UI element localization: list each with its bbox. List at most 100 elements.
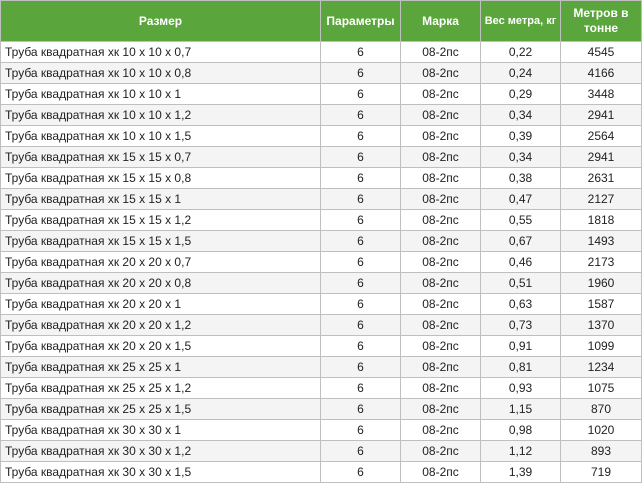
table-row: Труба квадратная хк 10 x 10 x 0,7 6 08-2пс…	[0, 41, 642, 63]
cell-grade: 08-2пс	[400, 83, 481, 105]
cell-params: 6	[320, 398, 401, 420]
cell-params: 6	[320, 104, 401, 126]
cell-weight: 0,24	[480, 62, 561, 84]
table-row: Труба квадратная хк 15 x 15 x 1,5 6 08-2пс…	[0, 230, 642, 252]
cell-grade: 08-2пс	[400, 146, 481, 168]
cell-params: 6	[320, 83, 401, 105]
cell-weight: 0,55	[480, 209, 561, 231]
cell-size: Труба квадратная хк 10 x 10 x 1,2	[0, 104, 321, 126]
cell-grade: 08-2пс	[400, 440, 481, 462]
cell-weight: 0,51	[480, 272, 561, 294]
cell-params: 6	[320, 293, 401, 315]
cell-size: Труба квадратная хк 25 x 25 x 1	[0, 356, 321, 378]
pipe-spec-table: Размер Параметры Марка Вес метра, кг Мет…	[0, 0, 642, 483]
cell-grade: 08-2пс	[400, 419, 481, 441]
cell-size: Труба квадратная хк 20 x 20 x 0,7	[0, 251, 321, 273]
cell-size: Труба квадратная хк 20 x 20 x 1,2	[0, 314, 321, 336]
table-row: Труба квадратная хк 25 x 25 x 1,5 6 08-2пс…	[0, 398, 642, 420]
cell-grade: 08-2пс	[400, 41, 481, 63]
cell-size: Труба квадратная хк 30 x 30 x 1,5	[0, 461, 321, 483]
header-per-ton: Метров в тонне	[560, 0, 642, 42]
cell-params: 6	[320, 377, 401, 399]
table-row: Труба квадратная хк 20 x 20 x 0,8 6 08-2пс…	[0, 272, 642, 294]
cell-params: 6	[320, 209, 401, 231]
cell-params: 6	[320, 335, 401, 357]
cell-per-ton: 1234	[560, 356, 642, 378]
cell-per-ton: 1020	[560, 419, 642, 441]
table-row: Труба квадратная хк 30 x 30 x 1,2 6 08-2пс…	[0, 440, 642, 462]
cell-grade: 08-2пс	[400, 461, 481, 483]
cell-grade: 08-2пс	[400, 209, 481, 231]
cell-weight: 0,29	[480, 83, 561, 105]
table-row: Труба квадратная хк 15 x 15 x 0,8 6 08-2пс…	[0, 167, 642, 189]
cell-grade: 08-2пс	[400, 125, 481, 147]
cell-grade: 08-2пс	[400, 230, 481, 252]
table-row: Труба квадратная хк 30 x 30 x 1,5 6 08-2пс…	[0, 461, 642, 483]
cell-size: Труба квадратная хк 10 x 10 x 1	[0, 83, 321, 105]
cell-params: 6	[320, 230, 401, 252]
cell-per-ton: 1587	[560, 293, 642, 315]
cell-grade: 08-2пс	[400, 335, 481, 357]
table-row: Труба квадратная хк 10 x 10 x 0,8 6 08-2пс…	[0, 62, 642, 84]
cell-size: Труба квадратная хк 20 x 20 x 0,8	[0, 272, 321, 294]
cell-params: 6	[320, 146, 401, 168]
table-row: Труба квадратная хк 15 x 15 x 1,2 6 08-2пс…	[0, 209, 642, 231]
cell-per-ton: 719	[560, 461, 642, 483]
cell-params: 6	[320, 167, 401, 189]
cell-per-ton: 870	[560, 398, 642, 420]
cell-per-ton: 1493	[560, 230, 642, 252]
cell-weight: 1,15	[480, 398, 561, 420]
cell-per-ton: 1099	[560, 335, 642, 357]
cell-size: Труба квадратная хк 15 x 15 x 1	[0, 188, 321, 210]
header-grade: Марка	[400, 0, 481, 42]
cell-size: Труба квадратная хк 15 x 15 x 0,7	[0, 146, 321, 168]
cell-grade: 08-2пс	[400, 104, 481, 126]
cell-weight: 0,73	[480, 314, 561, 336]
table-row: Труба квадратная хк 20 x 20 x 1,5 6 08-2пс…	[0, 335, 642, 357]
cell-grade: 08-2пс	[400, 314, 481, 336]
cell-size: Труба квадратная хк 10 x 10 x 0,7	[0, 41, 321, 63]
cell-grade: 08-2пс	[400, 188, 481, 210]
cell-grade: 08-2пс	[400, 167, 481, 189]
cell-per-ton: 1370	[560, 314, 642, 336]
cell-per-ton: 2127	[560, 188, 642, 210]
cell-size: Труба квадратная хк 15 x 15 x 1,5	[0, 230, 321, 252]
cell-grade: 08-2пс	[400, 62, 481, 84]
cell-per-ton: 893	[560, 440, 642, 462]
cell-weight: 0,39	[480, 125, 561, 147]
table-row: Труба квадратная хк 30 x 30 x 1 6 08-2пс 0,…	[0, 419, 642, 441]
cell-size: Труба квадратная хк 10 x 10 x 0,8	[0, 62, 321, 84]
cell-weight: 0,34	[480, 146, 561, 168]
cell-per-ton: 4166	[560, 62, 642, 84]
cell-weight: 0,46	[480, 251, 561, 273]
cell-size: Труба квадратная хк 10 x 10 x 1,5	[0, 125, 321, 147]
cell-grade: 08-2пс	[400, 377, 481, 399]
table-body: Труба квадратная хк 10 x 10 x 0,7 6 08-2пс…	[0, 41, 642, 483]
cell-weight: 1,12	[480, 440, 561, 462]
cell-weight: 0,67	[480, 230, 561, 252]
cell-size: Труба квадратная хк 15 x 15 x 0,8	[0, 167, 321, 189]
table-row: Труба квадратная хк 10 x 10 x 1 6 08-2пс 0,…	[0, 83, 642, 105]
cell-weight: 0,98	[480, 419, 561, 441]
cell-weight: 0,22	[480, 41, 561, 63]
cell-params: 6	[320, 251, 401, 273]
table-header: Размер Параметры Марка Вес метра, кг Мет…	[0, 0, 642, 42]
cell-params: 6	[320, 62, 401, 84]
table-row: Труба квадратная хк 15 x 15 x 1 6 08-2пс 0,…	[0, 188, 642, 210]
cell-per-ton: 1960	[560, 272, 642, 294]
cell-params: 6	[320, 314, 401, 336]
cell-weight: 0,91	[480, 335, 561, 357]
cell-params: 6	[320, 356, 401, 378]
cell-size: Труба квадратная хк 25 x 25 x 1,5	[0, 398, 321, 420]
cell-params: 6	[320, 188, 401, 210]
cell-per-ton: 2173	[560, 251, 642, 273]
table-row: Труба квадратная хк 20 x 20 x 0,7 6 08-2пс…	[0, 251, 642, 273]
cell-weight: 0,47	[480, 188, 561, 210]
table-row: Труба квадратная хк 25 x 25 x 1 6 08-2пс 0,…	[0, 356, 642, 378]
cell-params: 6	[320, 461, 401, 483]
cell-weight: 0,34	[480, 104, 561, 126]
table-row: Труба квадратная хк 10 x 10 x 1,5 6 08-2пс…	[0, 125, 642, 147]
cell-size: Труба квадратная хк 20 x 20 x 1	[0, 293, 321, 315]
cell-grade: 08-2пс	[400, 398, 481, 420]
cell-per-ton: 3448	[560, 83, 642, 105]
